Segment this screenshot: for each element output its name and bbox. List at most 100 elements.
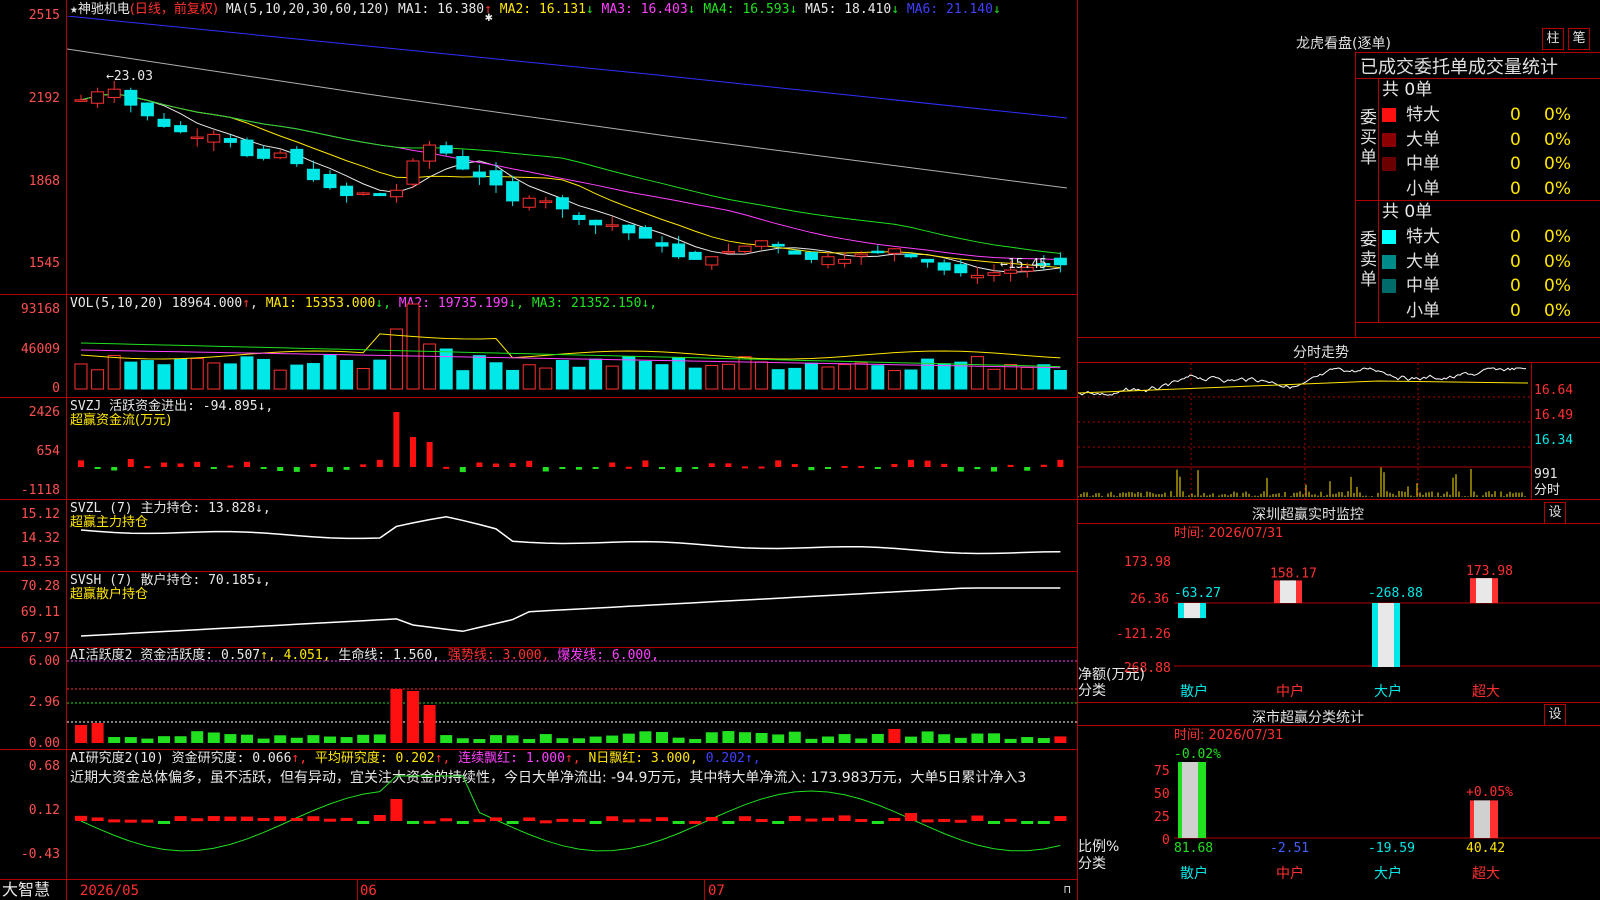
ai2-y-tick: -0.43 bbox=[20, 847, 60, 862]
buy-side-label: 委买单 bbox=[1360, 108, 1377, 168]
fund-flow-bar bbox=[891, 463, 898, 467]
candle bbox=[555, 197, 569, 210]
volume-bar bbox=[871, 365, 885, 390]
activity-bar bbox=[689, 738, 702, 743]
sz-settings-button[interactable]: 设 bbox=[1544, 502, 1566, 524]
candle bbox=[622, 224, 636, 234]
ss-category-label: 超大 bbox=[1472, 866, 1500, 882]
research-bar bbox=[440, 818, 453, 822]
buy-row-qty: 0 bbox=[1510, 105, 1521, 125]
ma-label: MA6: bbox=[899, 2, 946, 17]
right-panel: 龙虎看盘(逐单) 柱 笔 已成交委托单成交量统计 委买单 委卖单 共 0单 共 … bbox=[1078, 0, 1600, 900]
fs-tick: 16.64 bbox=[1534, 383, 1574, 398]
activity-bar bbox=[141, 738, 154, 743]
volume-bar bbox=[140, 360, 154, 390]
candle bbox=[157, 118, 171, 127]
candle bbox=[74, 99, 88, 102]
volume-bar bbox=[1004, 364, 1018, 390]
fs-tick: 16.49 bbox=[1534, 408, 1574, 423]
chart-area[interactable]: ★神驰机电(日线，前复权) MA(5,10,20,30,60,120) MA1:… bbox=[0, 0, 1078, 900]
ma-arrow: ↓ bbox=[992, 2, 1001, 17]
ss-category-label: 中户 bbox=[1276, 865, 1304, 882]
activity-bar bbox=[888, 729, 901, 743]
research-bar bbox=[689, 820, 702, 824]
ai2-y-tick: 0.68 bbox=[28, 759, 60, 774]
volume-bar bbox=[589, 358, 603, 390]
research-bar bbox=[805, 818, 818, 822]
stat-title: 已成交委托单成交量统计 bbox=[1360, 57, 1558, 78]
buy-color-swatch bbox=[1382, 108, 1396, 122]
sell-row-pct: 0% bbox=[1544, 251, 1571, 272]
volume-bar bbox=[223, 363, 237, 390]
main-holding-line bbox=[80, 516, 1061, 555]
fund-flow-chart[interactable] bbox=[67, 398, 1077, 499]
ai1-y-tick: 0.00 bbox=[28, 736, 60, 751]
volume-chart[interactable] bbox=[67, 295, 1077, 397]
fund-flow-bar bbox=[443, 466, 450, 469]
fund-flow-bar bbox=[244, 461, 250, 467]
candle bbox=[389, 189, 403, 198]
fund-flow-bar bbox=[210, 467, 217, 469]
main-holding-chart[interactable] bbox=[67, 500, 1077, 571]
ai-research-chart[interactable] bbox=[67, 750, 1077, 879]
volume-bar bbox=[506, 369, 520, 390]
candle bbox=[605, 224, 619, 227]
lock-icon[interactable]: ⊓ bbox=[1064, 882, 1071, 897]
activity-bar bbox=[988, 733, 1000, 743]
fund-flow-bar bbox=[592, 467, 599, 469]
intraday-chart[interactable] bbox=[1078, 363, 1533, 499]
activity-bar bbox=[1037, 738, 1050, 743]
ss-tick: 75 bbox=[1154, 764, 1170, 779]
svzl-y-tick: 13.53 bbox=[20, 555, 60, 570]
activity-bar bbox=[1054, 736, 1067, 743]
candle bbox=[91, 91, 105, 104]
fund-flow-bar bbox=[1024, 467, 1031, 471]
retail-holding-chart[interactable] bbox=[67, 572, 1077, 647]
research-bar bbox=[556, 818, 569, 822]
fund-flow-bar bbox=[1040, 464, 1047, 467]
date-label: 06 bbox=[360, 883, 377, 899]
volume-bar bbox=[74, 363, 88, 390]
volume-bar bbox=[290, 364, 304, 390]
activity-bar bbox=[290, 737, 303, 743]
candle bbox=[340, 185, 354, 197]
activity-bar bbox=[91, 723, 104, 743]
candle bbox=[1053, 257, 1067, 266]
research-bar bbox=[722, 821, 735, 824]
bar-view-button[interactable]: 柱 bbox=[1542, 28, 1564, 50]
candle bbox=[672, 243, 686, 258]
fund-flow-bar bbox=[609, 462, 616, 467]
fund-flow-bar bbox=[310, 463, 317, 467]
candle bbox=[539, 200, 553, 203]
ma-value: 16.593 bbox=[742, 2, 790, 17]
candlestick-chart[interactable] bbox=[67, 16, 1077, 294]
activity-bar bbox=[174, 736, 187, 743]
ss-settings-button[interactable]: 设 bbox=[1544, 704, 1566, 726]
research-bar bbox=[622, 819, 635, 823]
sz-category-label: 大户 bbox=[1374, 683, 1402, 700]
fs-title: 分时走势 bbox=[1293, 345, 1349, 361]
volume-bar bbox=[721, 363, 735, 390]
ai-activity-chart[interactable] bbox=[67, 648, 1077, 749]
fund-flow-bar bbox=[293, 467, 300, 472]
volume-bar bbox=[755, 361, 769, 390]
research-bar bbox=[639, 818, 652, 822]
volume-bar bbox=[705, 364, 719, 390]
activity-bar bbox=[357, 734, 370, 743]
research-bar bbox=[191, 818, 204, 822]
candle bbox=[306, 168, 320, 181]
activity-bar bbox=[705, 732, 718, 743]
sell-row-name: 小单 bbox=[1406, 300, 1440, 321]
volume-bar bbox=[406, 303, 420, 390]
tick-view-button[interactable]: 笔 bbox=[1568, 28, 1590, 50]
main-y-tick: 2515 bbox=[28, 8, 60, 23]
ss-value-label: -2.51 bbox=[1270, 841, 1309, 856]
research-bar bbox=[772, 821, 785, 824]
activity-bar bbox=[257, 738, 270, 743]
research-bar bbox=[407, 821, 419, 824]
candle bbox=[273, 152, 287, 159]
ss-category-label: 大户 bbox=[1374, 865, 1402, 882]
activity-bar bbox=[340, 737, 353, 743]
buy-color-swatch bbox=[1382, 157, 1396, 171]
candle bbox=[954, 264, 968, 274]
